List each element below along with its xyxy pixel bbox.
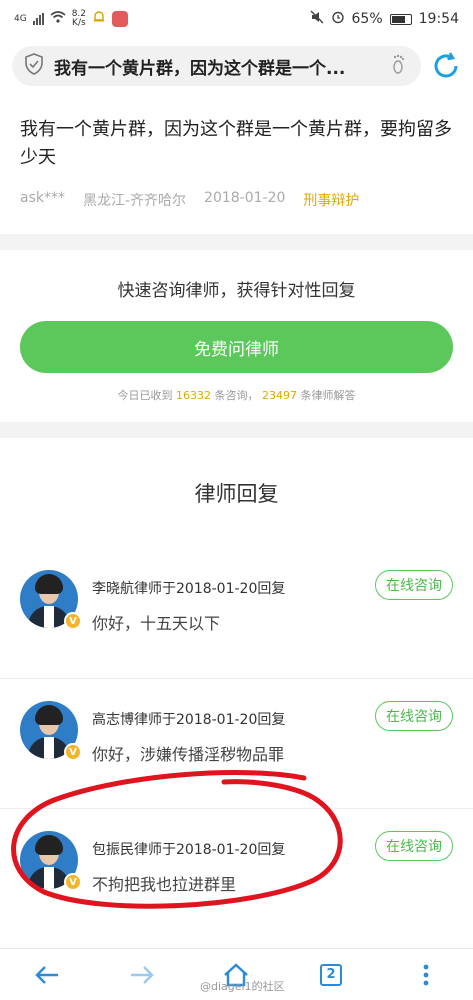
question-user: ask***: [20, 190, 65, 206]
verified-badge-icon: V: [64, 873, 82, 891]
online-consult-button[interactable]: 在线咨询: [375, 570, 453, 600]
watermark: @diagei1的社区: [200, 980, 285, 993]
signal-icon: [32, 13, 44, 25]
reply-text: 不拘把我也拉进群里: [92, 875, 237, 894]
stats-suffix: 条律师解答: [300, 389, 356, 402]
reply-header: 包振民律师于2018-01-20回复: [92, 842, 286, 858]
notification-bell-icon: [92, 10, 106, 28]
stats-prefix: 今日已收到: [117, 389, 173, 402]
network-label: 4G: [14, 14, 27, 24]
clock: 19:54: [418, 11, 459, 27]
consultation-count: 16332: [176, 389, 211, 402]
question-date: 2018-01-20: [204, 190, 286, 206]
answer-count: 23497: [262, 389, 297, 402]
question-meta: ask*** 黑龙江-齐齐哈尔 2018-01-20 刑事辩护: [20, 190, 453, 210]
lawyer-replies-card: 律师回复 V 李晓航律师于2018-01-20回复 在线咨询 你好，十五天以下 …: [0, 438, 473, 958]
lawyer-avatar[interactable]: V: [20, 570, 82, 630]
verified-badge-icon: V: [64, 743, 82, 761]
net-speed-unit: K/s: [72, 18, 86, 28]
address-bar: 我有一个黄片群，因为这个群是一个...: [0, 38, 473, 94]
verified-badge-icon: V: [64, 612, 82, 630]
battery-percent: 65%: [351, 11, 383, 27]
net-speed: 8.2 K/s: [72, 10, 86, 28]
url-field[interactable]: 我有一个黄片群，因为这个群是一个...: [12, 46, 421, 86]
consult-cta-card: 快速咨询律师，获得针对性回复 免费问律师 今日已收到 16332 条咨询， 23…: [0, 250, 473, 422]
page-title-in-url: 我有一个黄片群，因为这个群是一个...: [54, 58, 346, 79]
refresh-icon[interactable]: [431, 51, 461, 81]
wifi-icon: [50, 11, 66, 27]
free-ask-lawyer-button[interactable]: 免费问律师: [20, 321, 453, 373]
question-card: 我有一个黄片群，因为这个群是一个黄片群，要拘留多少天 ask*** 黑龙江-齐齐…: [0, 94, 473, 234]
lawyer-avatar[interactable]: V: [20, 831, 82, 891]
mute-icon: [310, 10, 324, 28]
reply-header: 李晓航律师于2018-01-20回复: [92, 581, 286, 597]
online-consult-button[interactable]: 在线咨询: [375, 701, 453, 731]
reply-header: 高志博律师于2018-01-20回复: [92, 712, 286, 728]
stats-mid: 条咨询，: [214, 389, 259, 402]
battery-icon: [389, 13, 412, 25]
question-text: 我有一个黄片群，因为这个群是一个黄片群，要拘留多少天: [20, 119, 452, 168]
app-notification-icon: [112, 11, 129, 27]
question-category[interactable]: 刑事辩护: [303, 190, 359, 210]
back-arrow-icon[interactable]: [27, 955, 67, 995]
more-menu-icon[interactable]: [406, 955, 446, 995]
reply-item: V 高志博律师于2018-01-20回复 在线咨询 你好，涉嫌传播淫秽物品罪: [0, 678, 473, 808]
question-location: 黑龙江-齐齐哈尔: [82, 193, 187, 209]
lawyer-avatar[interactable]: V: [20, 701, 82, 761]
tab-count: 2: [320, 963, 343, 986]
shield-icon: [24, 53, 44, 79]
status-bar: 4G 8.2 K/s 65% 19:54: [0, 0, 473, 38]
reply-item: V 李晓航律师于2018-01-20回复 在线咨询 你好，十五天以下: [0, 548, 473, 678]
footprint-icon[interactable]: [389, 53, 409, 79]
cta-stats: 今日已收到 16332 条咨询， 23497 条律师解答: [20, 387, 453, 403]
replies-title: 律师回复: [194, 482, 279, 506]
tabs-button[interactable]: 2: [311, 955, 351, 995]
reply-text: 你好，涉嫌传播淫秽物品罪: [92, 745, 285, 764]
reply-item: V 包振民律师于2018-01-20回复 在线咨询 不拘把我也拉进群里: [0, 808, 473, 938]
cta-title: 快速咨询律师，获得针对性回复: [117, 281, 356, 301]
reply-text: 你好，十五天以下: [92, 614, 221, 633]
forward-arrow-icon[interactable]: [122, 955, 162, 995]
alarm-icon: [331, 10, 345, 28]
online-consult-button[interactable]: 在线咨询: [375, 831, 453, 861]
